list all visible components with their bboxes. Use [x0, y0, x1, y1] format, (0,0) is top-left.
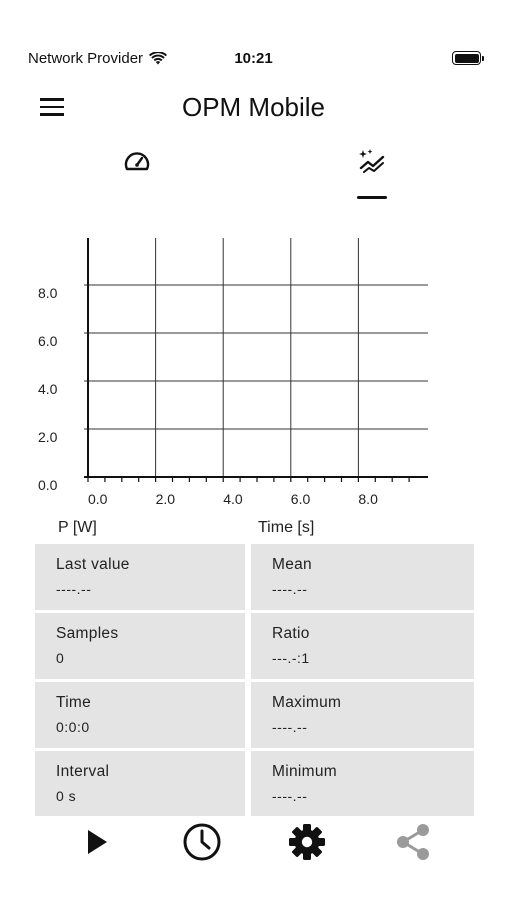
chart-sparkle-icon	[359, 149, 385, 173]
share-icon	[397, 824, 429, 860]
x-tick-label: 8.0	[358, 491, 378, 507]
y-tick-label: 0.0	[38, 477, 58, 493]
x-tick-label: 4.0	[223, 491, 243, 507]
x-tick-label: 6.0	[291, 491, 311, 507]
tab-gauge[interactable]	[107, 148, 167, 204]
history-button[interactable]	[180, 820, 224, 864]
app-bar: OPM Mobile	[0, 84, 507, 128]
stat-value: 0:0:0	[56, 719, 90, 735]
stat-value: ----.--	[272, 719, 308, 735]
stat-label: Time	[56, 694, 92, 711]
gear-icon	[289, 824, 325, 860]
status-time: 10:21	[234, 50, 273, 67]
stat-value: ----.--	[56, 581, 92, 597]
stat-ratio: Ratio ---.-:1	[251, 613, 474, 679]
stat-maximum: Maximum ----.--	[251, 682, 474, 748]
x-tick-label: 0.0	[88, 491, 108, 507]
stat-last-value: Last value ----.--	[35, 544, 245, 610]
page-title: OPM Mobile	[181, 92, 326, 122]
share-button[interactable]	[391, 820, 435, 864]
chart-plot: 0.0 2.0 4.0 6.0 8.0 0.0 2.0 4.0 6.0 8.0 P [W] Tim…	[38, 238, 428, 536]
gauge-icon	[124, 152, 150, 171]
battery-icon	[452, 51, 484, 65]
play-button[interactable]	[75, 820, 119, 864]
stat-value: ----.--	[272, 788, 308, 804]
y-tick-label: 6.0	[38, 333, 58, 349]
stat-interval: Interval 0 s	[35, 751, 245, 816]
chart-tick-labels: 0.0 2.0 4.0 6.0 8.0 0.0 2.0 4.0 6.0 8.0	[38, 285, 378, 507]
chart-axes	[84, 238, 428, 482]
stat-minimum: Minimum ----.--	[251, 751, 474, 816]
bottom-toolbar	[0, 816, 507, 866]
tab-bar	[0, 148, 507, 204]
statistics-panel: Last value ----.-- Mean ----.-- Samples …	[35, 544, 474, 816]
stat-samples: Samples 0	[35, 613, 245, 679]
chart-grid	[84, 238, 428, 477]
y-tick-label: 8.0	[38, 285, 58, 301]
clock-icon	[183, 823, 221, 861]
x-tick-label: 2.0	[156, 491, 176, 507]
stat-label: Samples	[56, 625, 119, 642]
stat-value: 0 s	[56, 788, 77, 804]
y-tick-label: 2.0	[38, 429, 58, 445]
stat-time: Time 0:0:0	[35, 682, 245, 748]
y-axis-label: P [W]	[58, 519, 97, 536]
selected-tab-indicator	[357, 196, 387, 199]
stat-value: 0	[56, 650, 65, 666]
x-axis-label: Time [s]	[258, 519, 314, 536]
play-icon	[88, 830, 107, 854]
status-bar: Network Provider 10:21	[0, 0, 507, 90]
stat-label: Ratio	[272, 625, 310, 642]
stat-label: Last value	[56, 556, 130, 573]
stat-value: ----.--	[272, 581, 308, 597]
stat-mean: Mean ----.--	[251, 544, 474, 610]
stat-label: Interval	[56, 763, 110, 780]
stat-label: Mean	[272, 556, 312, 573]
chart: 0.0 2.0 4.0 6.0 8.0 0.0 2.0 4.0 6.0 8.0 P [W] Tim…	[0, 230, 507, 540]
stat-label: Maximum	[272, 694, 342, 711]
settings-button[interactable]	[285, 820, 329, 864]
stat-label: Minimum	[272, 763, 337, 780]
y-tick-label: 4.0	[38, 381, 58, 397]
stat-value: ---.-:1	[272, 650, 310, 666]
